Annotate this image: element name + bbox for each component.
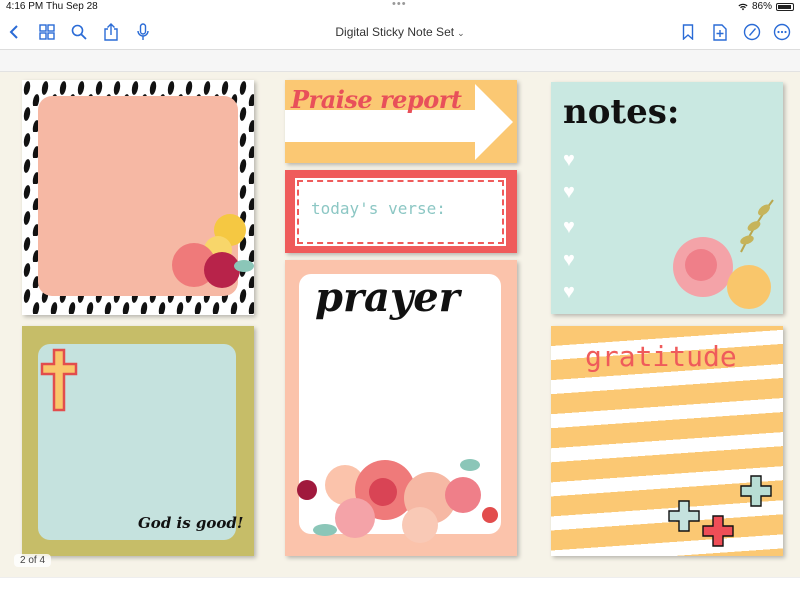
status-bar: 4:16 PM Thu Sep 28 ••• 86% xyxy=(0,0,800,14)
flower-cluster-icon xyxy=(172,214,254,288)
toolbar: Digital Sticky Note Set ⌄ xyxy=(0,14,800,50)
verse-label: today's verse: xyxy=(311,199,446,218)
cross-caption: God is good! xyxy=(138,514,244,532)
sticky-note-praise[interactable]: Praise report xyxy=(285,80,517,163)
bottom-strip xyxy=(0,577,800,600)
status-right: 86% xyxy=(738,1,794,12)
markup-icon[interactable] xyxy=(742,22,762,42)
praise-title: Praise report xyxy=(291,85,462,114)
status-time: 4:16 PM xyxy=(6,1,44,12)
battery-percent: 86% xyxy=(751,1,772,12)
page-indicator: 2 of 4 xyxy=(14,554,52,567)
sticky-note-gratitude[interactable]: gratitude xyxy=(551,326,783,556)
multitasking-dots[interactable]: ••• xyxy=(392,0,407,10)
plus-icons xyxy=(668,475,772,547)
sticky-note-cross[interactable]: God is good! xyxy=(22,326,254,556)
sticky-note-prayer[interactable]: prayer xyxy=(285,260,517,556)
wifi-icon xyxy=(738,3,748,10)
sticky-note-notes[interactable]: notes: ♥ ♥ ♥ ♥ ♥ xyxy=(551,82,783,314)
bookmark-icon[interactable] xyxy=(678,22,698,42)
add-page-icon[interactable] xyxy=(710,22,730,42)
sticky-note-verse[interactable]: today's verse: xyxy=(285,170,517,253)
chevron-down-icon: ⌄ xyxy=(457,28,465,38)
verse-panel: today's verse: xyxy=(295,178,506,246)
sticky-note-dots[interactable] xyxy=(22,80,254,315)
status-date: Thu Sep 28 xyxy=(46,1,98,12)
flower-cluster-icon xyxy=(297,459,498,543)
more-icon[interactable] xyxy=(772,22,792,42)
document-title-text: Digital Sticky Note Set xyxy=(335,25,455,39)
flower-cluster-icon xyxy=(673,199,774,309)
battery-icon xyxy=(776,2,794,11)
annotation-bar xyxy=(0,50,800,72)
